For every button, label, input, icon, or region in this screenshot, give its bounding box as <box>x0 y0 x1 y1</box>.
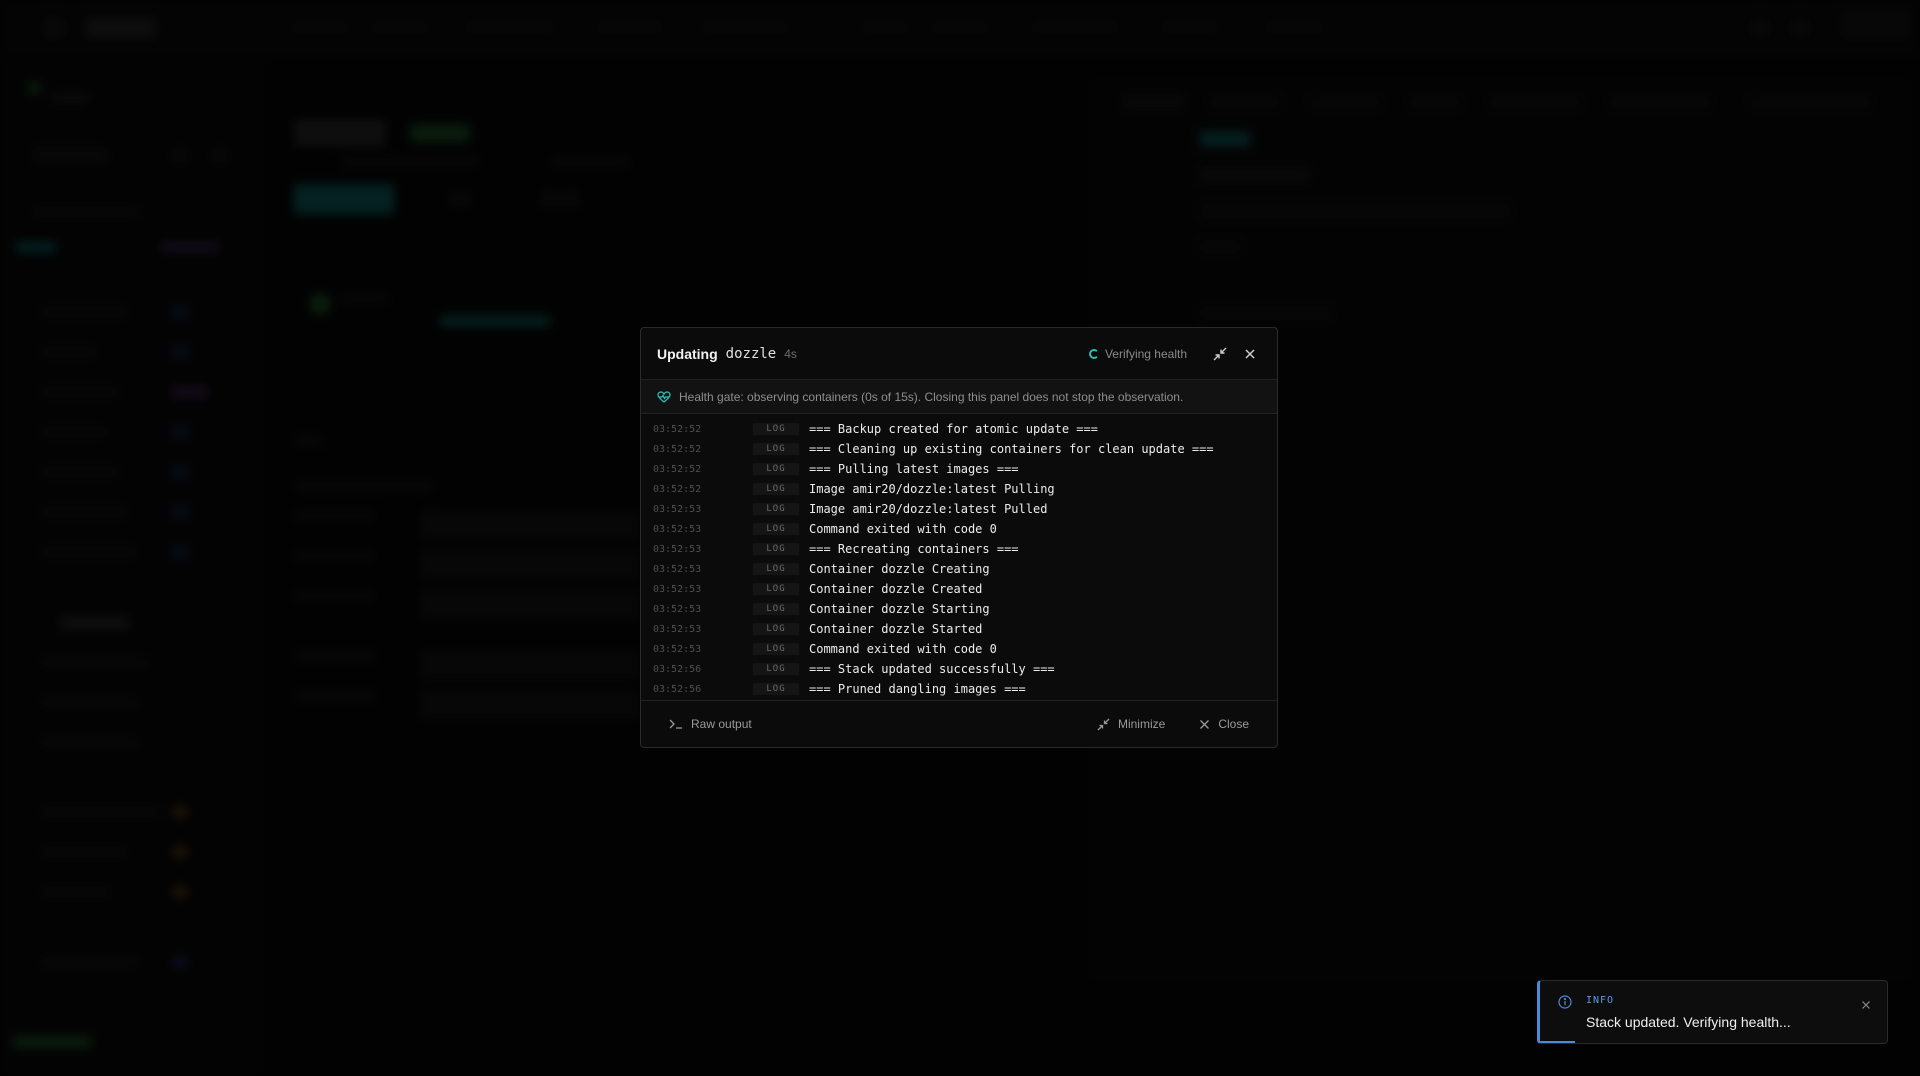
log-time: 03:52:53 <box>653 643 702 655</box>
log-time: 03:52:53 <box>653 623 702 635</box>
log-level: LOG <box>753 563 799 575</box>
health-gate-banner: Health gate: observing containers (0s of… <box>641 380 1277 414</box>
health-gate-message: Health gate: observing containers (0s of… <box>679 389 1184 404</box>
log-level: LOG <box>753 623 799 635</box>
info-icon <box>1558 995 1572 1009</box>
close-icon <box>1245 348 1255 359</box>
log-output[interactable]: 03:52:52 LOG === Backup created for atomic… <box>641 414 1277 701</box>
close-label: Close <box>1218 717 1249 731</box>
log-row: 03:52:53 LOG === Recreating containers === <box>641 539 1277 559</box>
log-row: 03:52:52 LOG === Pulling latest images === <box>641 459 1277 479</box>
log-time: 03:52:53 <box>653 523 702 535</box>
log-time: 03:52:53 <box>653 563 702 575</box>
terminal-icon <box>669 719 682 729</box>
info-toast: INFO Stack updated. Verifying health... <box>1537 980 1888 1044</box>
minimize-button[interactable]: Minimize <box>1097 717 1165 731</box>
log-message: Container dozzle Created <box>809 582 983 596</box>
log-level: LOG <box>753 423 799 435</box>
log-message: === Pulling latest images === <box>809 462 1019 476</box>
log-time: 03:52:56 <box>653 663 702 675</box>
log-level: LOG <box>753 523 799 535</box>
log-time: 03:52:52 <box>653 483 702 495</box>
minimize-icon-button[interactable] <box>1209 343 1231 365</box>
health-status-label: Verifying health <box>1104 346 1187 361</box>
modal-title: Updating <box>657 345 718 362</box>
log-row: 03:52:53 LOG Container dozzle Starting <box>641 599 1277 619</box>
log-row: 03:52:52 LOG === Backup created for atomic… <box>641 419 1277 439</box>
log-time: 03:52:53 <box>653 583 702 595</box>
log-level: LOG <box>753 663 799 675</box>
log-level: LOG <box>753 543 799 555</box>
heart-pulse-icon <box>657 390 671 403</box>
log-row: 03:52:52 LOG === Cleaning up existing cont… <box>641 439 1277 459</box>
log-level: LOG <box>753 483 799 495</box>
close-icon <box>1862 1001 1870 1009</box>
log-time: 03:52:53 <box>653 503 702 515</box>
log-level: LOG <box>753 603 799 615</box>
toast-progress-bar <box>1540 1041 1575 1043</box>
stack-name: dozzle <box>725 345 777 362</box>
log-row: 03:52:53 LOG Container dozzle Creating <box>641 559 1277 579</box>
minimize-icon <box>1097 718 1110 730</box>
health-status: Verifying health <box>1088 346 1187 361</box>
log-time: 03:52:53 <box>653 603 702 615</box>
log-message: === Cleaning up existing containers for … <box>809 442 1214 456</box>
log-message: Container dozzle Creating <box>809 562 990 576</box>
raw-output-label: Raw output <box>691 717 752 731</box>
log-row: 03:52:53 LOG Image amir20/dozzle:latest Pu… <box>641 499 1277 519</box>
log-message: Container dozzle Starting <box>809 602 990 616</box>
log-level: LOG <box>753 463 799 475</box>
minimize-label: Minimize <box>1117 717 1166 731</box>
update-modal: Updating dozzle 4s Verifying health Heal… <box>640 327 1278 748</box>
log-message: Container dozzle Started <box>809 622 983 636</box>
log-row: 03:52:53 LOG Command exited with code 0 <box>641 519 1277 539</box>
log-level: LOG <box>753 583 799 595</box>
log-message: Command exited with code 0 <box>809 642 997 656</box>
log-time: 03:52:53 <box>653 543 702 555</box>
log-row: 03:52:52 LOG Image amir20/dozzle:latest Pu… <box>641 479 1277 499</box>
toast-close-button[interactable] <box>1861 999 1871 1013</box>
log-time: 03:52:52 <box>653 443 702 455</box>
close-icon <box>1200 719 1210 729</box>
modal-footer: Raw output Minimize Close <box>641 701 1277 747</box>
log-row: 03:52:56 LOG === Stack updated successfull… <box>641 659 1277 679</box>
log-message: === Recreating containers === <box>809 542 1019 556</box>
minimize-icon <box>1213 347 1227 360</box>
log-row: 03:52:56 LOG === Pruned dangling images ==… <box>641 679 1277 699</box>
spinner-icon <box>1088 348 1099 359</box>
log-level: LOG <box>753 503 799 515</box>
log-row: 03:52:53 LOG Command exited with code 0 <box>641 639 1277 659</box>
log-level: LOG <box>753 643 799 655</box>
log-level: LOG <box>753 443 799 455</box>
log-message: Command exited with code 0 <box>809 522 997 536</box>
log-message: Image amir20/dozzle:latest Pulled <box>809 502 1048 516</box>
raw-output-button[interactable]: Raw output <box>669 717 752 731</box>
close-icon-button[interactable] <box>1239 343 1261 365</box>
log-message: === Stack updated successfully === <box>809 662 1055 676</box>
log-time: 03:52:52 <box>653 463 702 475</box>
toast-message: Stack updated. Verifying health... <box>1586 1014 1791 1030</box>
log-level: LOG <box>753 683 799 695</box>
close-button[interactable]: Close <box>1199 717 1249 731</box>
log-time: 03:52:52 <box>653 423 702 435</box>
log-row: 03:52:53 LOG Container dozzle Created <box>641 579 1277 599</box>
toast-label: INFO <box>1586 995 1615 1006</box>
log-message: === Backup created for atomic update === <box>809 422 1098 436</box>
log-time: 03:52:56 <box>653 683 702 695</box>
elapsed-time: 4s <box>784 346 797 361</box>
log-row: 03:52:53 LOG Container dozzle Started <box>641 619 1277 639</box>
log-message: === Pruned dangling images === <box>809 682 1026 696</box>
modal-header: Updating dozzle 4s Verifying health <box>641 328 1277 380</box>
log-message: Image amir20/dozzle:latest Pulling <box>809 482 1055 496</box>
